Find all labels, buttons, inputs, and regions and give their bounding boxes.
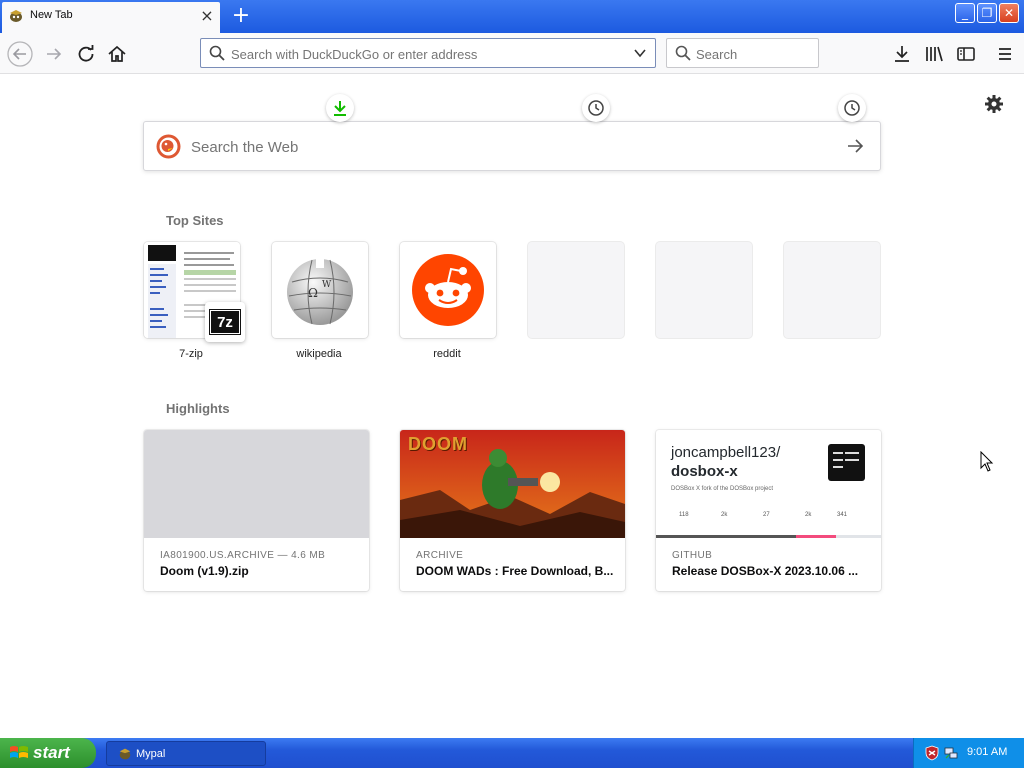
downloads-icon[interactable] <box>889 41 915 67</box>
start-label: start <box>33 743 70 762</box>
taskbar-item-label: Mypal <box>136 748 166 760</box>
download-badge <box>326 94 354 122</box>
top-site-tile-wikipedia[interactable]: Ω W <box>272 242 368 338</box>
minimize-button[interactable]: _ <box>955 3 975 23</box>
security-shield-icon[interactable] <box>924 745 940 761</box>
language-bar <box>656 535 881 538</box>
wikipedia-globe-icon: Ω W <box>287 258 353 325</box>
mypal-favicon-icon <box>10 10 22 22</box>
reddit-logo-icon <box>412 254 484 326</box>
svg-text:W: W <box>322 280 332 290</box>
tab-title: New Tab <box>30 9 73 21</box>
github-repo-name: dosbox-x <box>671 463 738 480</box>
top-site-label[interactable]: wikipedia <box>271 348 367 360</box>
top-site-placeholder <box>656 242 752 338</box>
highlight-title: Doom (v1.9).zip <box>160 564 249 578</box>
arrow-right-icon[interactable] <box>845 136 865 156</box>
mypal-taskbar-icon <box>119 748 131 760</box>
clock-icon <box>844 100 860 116</box>
highlight-source: GITHUB <box>672 550 713 561</box>
duckduckgo-logo-icon <box>156 134 181 159</box>
github-stat: 118 <box>679 512 689 518</box>
menu-icon[interactable] <box>992 41 1018 67</box>
highlight-source: IA801900.US.ARCHIVE — 4.6 MB <box>160 550 326 561</box>
web-search-input[interactable] <box>191 137 811 157</box>
history-badge <box>838 94 866 122</box>
7zip-logo: 7z <box>209 309 241 335</box>
github-repo-owner: joncampbell123/ <box>671 444 781 461</box>
7zip-favicon-badge: 7z <box>205 302 245 342</box>
highlight-title: DOOM WADs : Free Download, B... <box>416 564 614 578</box>
library-icon[interactable] <box>921 41 947 67</box>
download-icon <box>334 101 346 116</box>
gear-icon[interactable] <box>984 94 1004 114</box>
github-stat: 2k <box>721 512 728 518</box>
github-stat: 27 <box>763 512 770 518</box>
highlight-image-placeholder <box>144 430 369 538</box>
taskbar-clock: 9:01 AM <box>967 746 1008 758</box>
mouse-cursor-icon <box>980 451 994 472</box>
start-button[interactable]: start <box>0 738 96 768</box>
highlights-title: Highlights <box>166 401 230 416</box>
new-tab-button[interactable]: + <box>228 3 254 29</box>
windows-logo-icon <box>10 746 28 758</box>
forward-icon[interactable] <box>41 41 67 67</box>
restore-button[interactable]: ❐ <box>977 3 997 23</box>
github-stat: 2k <box>805 512 812 518</box>
github-stat: 341 <box>837 512 848 518</box>
back-icon[interactable] <box>7 41 33 67</box>
top-site-tile-reddit[interactable] <box>400 242 496 338</box>
reload-icon[interactable] <box>73 41 99 67</box>
close-window-button[interactable]: ✕ <box>999 3 1019 23</box>
language-bar-segment <box>656 535 796 538</box>
highlight-title: Release DOSBox-X 2023.10.06 ... <box>672 564 859 578</box>
language-bar-segment <box>796 535 836 538</box>
home-icon[interactable] <box>104 41 130 67</box>
taskbar-item-mypal[interactable]: Mypal <box>106 741 266 766</box>
top-site-label[interactable]: 7-zip <box>143 348 239 360</box>
highlight-source: ARCHIVE <box>416 550 464 561</box>
url-input[interactable] <box>231 45 621 63</box>
highlight-card[interactable]: IA801900.US.ARCHIVE — 4.6 MB Doom (v1.9)… <box>144 430 369 591</box>
tab-close-icon[interactable]: × <box>198 7 216 25</box>
search-bar-icon <box>675 45 691 61</box>
chevron-down-icon[interactable] <box>632 45 648 61</box>
top-sites-title: Top Sites <box>166 213 224 228</box>
search-input[interactable] <box>696 45 811 63</box>
clock-icon <box>588 100 604 116</box>
network-icon[interactable] <box>943 745 959 761</box>
highlight-card[interactable]: joncampbell123/ dosbox-x DOSBox X fork o… <box>656 430 881 591</box>
history-badge <box>582 94 610 122</box>
github-repo-description: DOSBox X fork of the DOSBox project <box>671 486 774 492</box>
top-site-label[interactable]: reddit <box>399 348 495 360</box>
svg-text:Ω: Ω <box>308 286 318 300</box>
top-site-placeholder <box>784 242 880 338</box>
doom-logo: DOOM <box>408 434 468 454</box>
top-site-placeholder <box>528 242 624 338</box>
highlight-card[interactable]: DOOM ARCHIVE DOOM WADs : Free Download, … <box>400 430 625 591</box>
sidebar-icon[interactable] <box>953 41 979 67</box>
dosbox-logo-icon <box>828 444 865 481</box>
search-icon <box>209 45 225 61</box>
